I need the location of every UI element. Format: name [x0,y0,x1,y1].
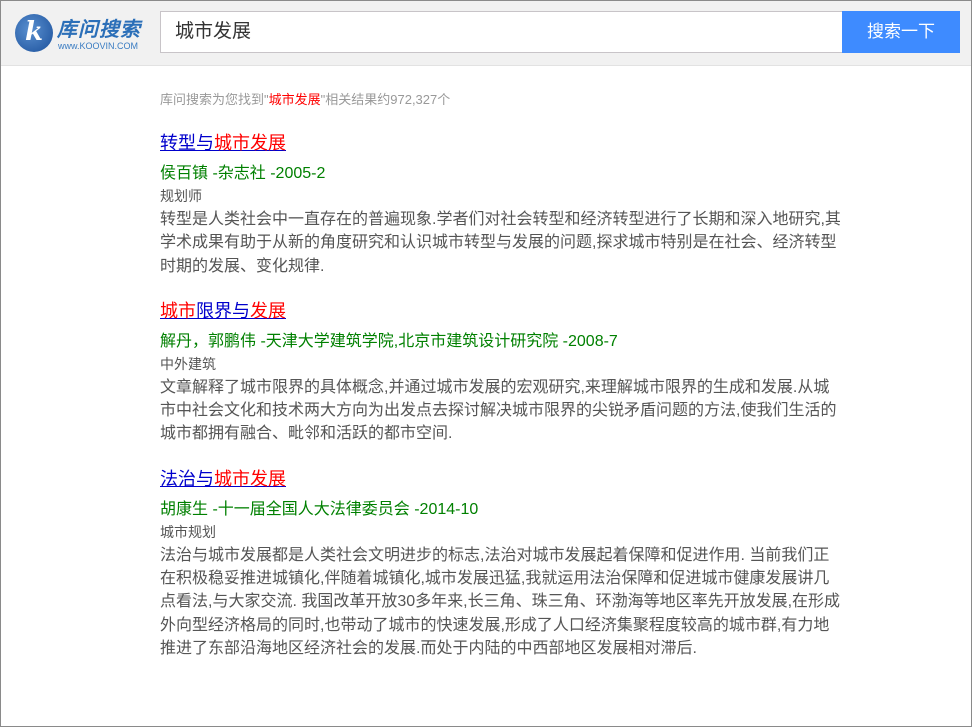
logo-text: 库问搜索 [57,13,141,42]
result-author: 侯百镇 -杂志社 -2005-2 [160,162,842,186]
results-area: 库问搜索为您找到"城市发展"相关结果约972,327个 转型与城市发展侯百镇 -… [160,90,842,660]
result-title-link[interactable]: 转型与城市发展 [160,130,286,156]
summary-prefix: 库问搜索为您找到" [160,92,269,107]
summary-suffix: "相关结果约972,327个 [321,92,451,107]
result-title-link[interactable]: 法治与城市发展 [160,466,286,492]
logo[interactable]: k 库问搜索 www.KOOVIN.COM [15,12,150,56]
title-segment: 城市 [160,301,196,321]
search-result: 转型与城市发展侯百镇 -杂志社 -2005-2规划师转型是人类社会中一直存在的普… [160,130,842,278]
search-result: 城市限界与发展解丹，郭鹏伟 -天津大学建筑学院,北京市建筑设计研究院 -2008… [160,298,842,446]
title-segment: 城市发展 [214,469,286,489]
summary-keyword: 城市发展 [269,92,321,107]
search-button[interactable]: 搜索一下 [842,11,960,53]
title-segment: 限界与 [196,301,250,321]
title-segment: 转型与 [160,133,214,153]
title-segment: 法治与 [160,469,214,489]
result-author: 胡康生 -十一届全国人大法律委员会 -2014-10 [160,498,842,522]
result-source: 城市规划 [160,522,842,542]
result-abstract: 法治与城市发展都是人类社会文明进步的标志,法治对城市发展起着保障和促进作用. 当… [160,544,842,660]
search-input[interactable]: 城市发展 [160,11,843,53]
result-author: 解丹，郭鹏伟 -天津大学建筑学院,北京市建筑设计研究院 -2008-7 [160,330,842,354]
result-title-link[interactable]: 城市限界与发展 [160,298,286,324]
result-summary: 库问搜索为您找到"城市发展"相关结果约972,327个 [160,90,842,110]
result-abstract: 文章解释了城市限界的具体概念,并通过城市发展的宏观研究,来理解城市限界的生成和发… [160,376,842,446]
result-source: 中外建筑 [160,354,842,374]
logo-url: www.KOOVIN.COM [58,41,138,51]
result-abstract: 转型是人类社会中一直存在的普遍现象.学者们对社会转型和经济转型进行了长期和深入地… [160,208,842,278]
title-segment: 发展 [250,301,286,321]
title-segment: 城市发展 [214,133,286,153]
logo-k-icon: k [15,14,53,52]
result-source: 规划师 [160,186,842,206]
search-result: 法治与城市发展胡康生 -十一届全国人大法律委员会 -2014-10城市规划法治与… [160,466,842,660]
